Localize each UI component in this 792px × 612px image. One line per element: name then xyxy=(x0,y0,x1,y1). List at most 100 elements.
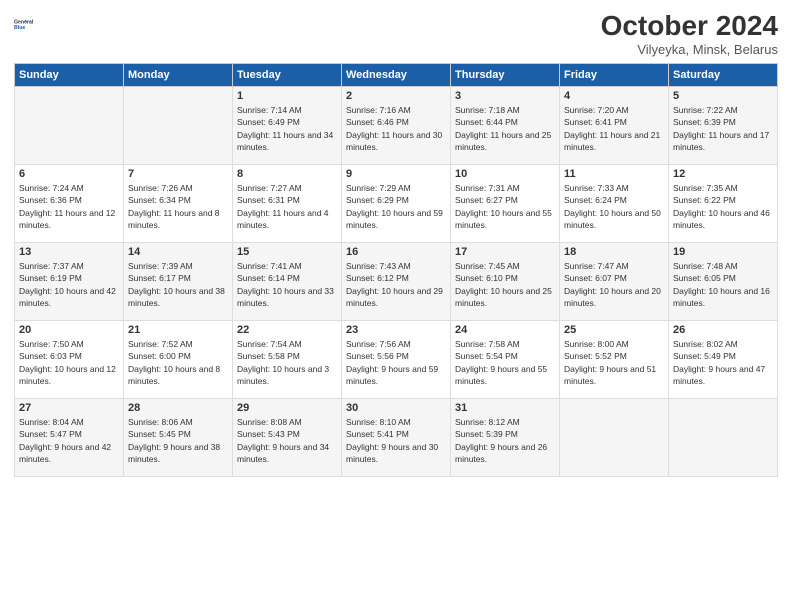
daylight-text: Daylight: 10 hours and 25 minutes. xyxy=(455,286,552,308)
daylight-text: Daylight: 9 hours and 26 minutes. xyxy=(455,442,547,464)
calendar-cell: 22 Sunrise: 7:54 AM Sunset: 5:58 PM Dayl… xyxy=(233,321,342,399)
day-info: Sunrise: 7:41 AM Sunset: 6:14 PM Dayligh… xyxy=(237,260,337,309)
calendar-cell: 7 Sunrise: 7:26 AM Sunset: 6:34 PM Dayli… xyxy=(124,165,233,243)
calendar-week-row: 27 Sunrise: 8:04 AM Sunset: 5:47 PM Dayl… xyxy=(15,399,778,477)
day-number: 25 xyxy=(564,324,664,336)
day-number: 24 xyxy=(455,324,555,336)
day-number: 17 xyxy=(455,246,555,258)
daylight-text: Daylight: 11 hours and 30 minutes. xyxy=(346,130,442,152)
daylight-text: Daylight: 10 hours and 46 minutes. xyxy=(673,208,770,230)
daylight-text: Daylight: 11 hours and 21 minutes. xyxy=(564,130,660,152)
sunrise-text: Sunrise: 7:31 AM xyxy=(455,183,520,193)
calendar-cell xyxy=(669,399,778,477)
calendar-cell: 20 Sunrise: 7:50 AM Sunset: 6:03 PM Dayl… xyxy=(15,321,124,399)
sunset-text: Sunset: 5:52 PM xyxy=(564,351,627,361)
day-number: 29 xyxy=(237,402,337,414)
calendar-cell: 29 Sunrise: 8:08 AM Sunset: 5:43 PM Dayl… xyxy=(233,399,342,477)
logo-icon: General Blue xyxy=(14,10,42,38)
daylight-text: Daylight: 9 hours and 59 minutes. xyxy=(346,364,438,386)
daylight-text: Daylight: 10 hours and 59 minutes. xyxy=(346,208,443,230)
sunrise-text: Sunrise: 7:48 AM xyxy=(673,261,738,271)
header-row: Sunday Monday Tuesday Wednesday Thursday… xyxy=(15,64,778,87)
sunset-text: Sunset: 6:24 PM xyxy=(564,195,627,205)
day-number: 14 xyxy=(128,246,228,258)
calendar-cell: 24 Sunrise: 7:58 AM Sunset: 5:54 PM Dayl… xyxy=(451,321,560,399)
day-number: 31 xyxy=(455,402,555,414)
calendar-cell: 19 Sunrise: 7:48 AM Sunset: 6:05 PM Dayl… xyxy=(669,243,778,321)
sunrise-text: Sunrise: 7:16 AM xyxy=(346,105,411,115)
sunrise-text: Sunrise: 7:33 AM xyxy=(564,183,629,193)
day-number: 15 xyxy=(237,246,337,258)
calendar-cell: 31 Sunrise: 8:12 AM Sunset: 5:39 PM Dayl… xyxy=(451,399,560,477)
calendar-cell: 26 Sunrise: 8:02 AM Sunset: 5:49 PM Dayl… xyxy=(669,321,778,399)
daylight-text: Daylight: 10 hours and 12 minutes. xyxy=(19,364,116,386)
day-info: Sunrise: 8:06 AM Sunset: 5:45 PM Dayligh… xyxy=(128,416,228,465)
col-friday: Friday xyxy=(560,64,669,87)
daylight-text: Daylight: 10 hours and 3 minutes. xyxy=(237,364,329,386)
sunrise-text: Sunrise: 8:08 AM xyxy=(237,417,302,427)
calendar-cell: 2 Sunrise: 7:16 AM Sunset: 6:46 PM Dayli… xyxy=(342,87,451,165)
day-info: Sunrise: 7:50 AM Sunset: 6:03 PM Dayligh… xyxy=(19,338,119,387)
calendar-cell: 17 Sunrise: 7:45 AM Sunset: 6:10 PM Dayl… xyxy=(451,243,560,321)
day-number: 23 xyxy=(346,324,446,336)
sunset-text: Sunset: 6:39 PM xyxy=(673,117,736,127)
logo: General Blue xyxy=(14,10,42,38)
day-number: 3 xyxy=(455,90,555,102)
sunrise-text: Sunrise: 7:24 AM xyxy=(19,183,84,193)
day-info: Sunrise: 7:52 AM Sunset: 6:00 PM Dayligh… xyxy=(128,338,228,387)
day-number: 22 xyxy=(237,324,337,336)
day-number: 27 xyxy=(19,402,119,414)
daylight-text: Daylight: 10 hours and 55 minutes. xyxy=(455,208,552,230)
sunset-text: Sunset: 5:47 PM xyxy=(19,429,82,439)
sunset-text: Sunset: 6:34 PM xyxy=(128,195,191,205)
day-number: 26 xyxy=(673,324,773,336)
sunrise-text: Sunrise: 7:18 AM xyxy=(455,105,520,115)
day-info: Sunrise: 8:12 AM Sunset: 5:39 PM Dayligh… xyxy=(455,416,555,465)
col-wednesday: Wednesday xyxy=(342,64,451,87)
sunrise-text: Sunrise: 7:43 AM xyxy=(346,261,411,271)
day-info: Sunrise: 7:33 AM Sunset: 6:24 PM Dayligh… xyxy=(564,182,664,231)
header: General Blue October 2024 Vilyeyka, Mins… xyxy=(14,10,778,57)
day-info: Sunrise: 7:18 AM Sunset: 6:44 PM Dayligh… xyxy=(455,104,555,153)
sunrise-text: Sunrise: 8:06 AM xyxy=(128,417,193,427)
day-info: Sunrise: 7:26 AM Sunset: 6:34 PM Dayligh… xyxy=(128,182,228,231)
day-number: 8 xyxy=(237,168,337,180)
day-number: 12 xyxy=(673,168,773,180)
daylight-text: Daylight: 10 hours and 50 minutes. xyxy=(564,208,661,230)
col-thursday: Thursday xyxy=(451,64,560,87)
calendar-week-row: 6 Sunrise: 7:24 AM Sunset: 6:36 PM Dayli… xyxy=(15,165,778,243)
calendar-cell: 4 Sunrise: 7:20 AM Sunset: 6:41 PM Dayli… xyxy=(560,87,669,165)
daylight-text: Daylight: 9 hours and 51 minutes. xyxy=(564,364,656,386)
day-number: 1 xyxy=(237,90,337,102)
col-monday: Monday xyxy=(124,64,233,87)
day-info: Sunrise: 8:02 AM Sunset: 5:49 PM Dayligh… xyxy=(673,338,773,387)
calendar-page: General Blue October 2024 Vilyeyka, Mins… xyxy=(0,0,792,612)
sunset-text: Sunset: 6:17 PM xyxy=(128,273,191,283)
col-saturday: Saturday xyxy=(669,64,778,87)
daylight-text: Daylight: 11 hours and 17 minutes. xyxy=(673,130,769,152)
sunset-text: Sunset: 6:00 PM xyxy=(128,351,191,361)
sunset-text: Sunset: 6:41 PM xyxy=(564,117,627,127)
month-title: October 2024 xyxy=(601,10,778,42)
sunset-text: Sunset: 6:10 PM xyxy=(455,273,518,283)
daylight-text: Daylight: 10 hours and 33 minutes. xyxy=(237,286,334,308)
sunrise-text: Sunrise: 7:29 AM xyxy=(346,183,411,193)
calendar-cell xyxy=(124,87,233,165)
sunset-text: Sunset: 6:31 PM xyxy=(237,195,300,205)
day-number: 13 xyxy=(19,246,119,258)
day-info: Sunrise: 7:35 AM Sunset: 6:22 PM Dayligh… xyxy=(673,182,773,231)
sunset-text: Sunset: 6:29 PM xyxy=(346,195,409,205)
sunset-text: Sunset: 6:22 PM xyxy=(673,195,736,205)
daylight-text: Daylight: 9 hours and 30 minutes. xyxy=(346,442,438,464)
calendar-cell: 30 Sunrise: 8:10 AM Sunset: 5:41 PM Dayl… xyxy=(342,399,451,477)
daylight-text: Daylight: 11 hours and 34 minutes. xyxy=(237,130,333,152)
calendar-cell: 13 Sunrise: 7:37 AM Sunset: 6:19 PM Dayl… xyxy=(15,243,124,321)
sunset-text: Sunset: 6:14 PM xyxy=(237,273,300,283)
sunrise-text: Sunrise: 7:26 AM xyxy=(128,183,193,193)
day-info: Sunrise: 7:37 AM Sunset: 6:19 PM Dayligh… xyxy=(19,260,119,309)
sunrise-text: Sunrise: 8:00 AM xyxy=(564,339,629,349)
sunrise-text: Sunrise: 7:37 AM xyxy=(19,261,84,271)
day-info: Sunrise: 7:56 AM Sunset: 5:56 PM Dayligh… xyxy=(346,338,446,387)
calendar-cell: 27 Sunrise: 8:04 AM Sunset: 5:47 PM Dayl… xyxy=(15,399,124,477)
col-tuesday: Tuesday xyxy=(233,64,342,87)
